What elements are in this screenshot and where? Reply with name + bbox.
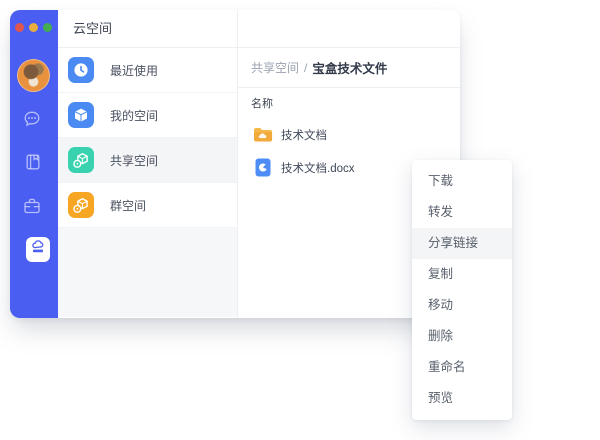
minimize-button[interactable]: [29, 23, 38, 32]
nav-filler: [58, 228, 237, 317]
nav-item-label: 我的空间: [110, 107, 158, 124]
sidebar-item-notebook[interactable]: [23, 152, 43, 172]
file-name: 技术文档: [281, 127, 327, 143]
context-menu: 下载 转发 分享链接 复制 移动 删除 重命名 预览: [412, 160, 512, 420]
breadcrumb-separator: /: [304, 61, 307, 75]
menu-item-rename[interactable]: 重命名: [412, 352, 512, 383]
menu-item-move[interactable]: 移动: [412, 290, 512, 321]
file-row-folder[interactable]: 技术文档: [238, 118, 460, 151]
menu-item-download[interactable]: 下载: [412, 166, 512, 197]
nav-item-shared-space[interactable]: 共享空间: [58, 138, 237, 183]
group-cube-icon: [68, 192, 94, 218]
breadcrumb-current: 宝盒技术文件: [312, 58, 387, 77]
nav-item-label: 共享空间: [110, 152, 158, 169]
cube-icon: [68, 102, 94, 128]
nav-item-my-space[interactable]: 我的空间: [58, 93, 237, 138]
breadcrumb-parent[interactable]: 共享空间: [251, 59, 299, 76]
nav-item-group-space[interactable]: 群空间: [58, 183, 237, 228]
briefcase-icon: [22, 196, 42, 216]
nav-panel: 云空间 最近使用: [58, 10, 237, 318]
content-titlebar-spacer: [238, 10, 460, 48]
menu-item-forward[interactable]: 转发: [412, 197, 512, 228]
notebook-icon: [23, 152, 43, 172]
sidebar-item-briefcase[interactable]: [22, 196, 42, 216]
cloud-drive-icon: [30, 239, 46, 260]
nav-item-recent[interactable]: 最近使用: [58, 48, 237, 93]
sidebar-item-chat[interactable]: [22, 109, 42, 129]
nav-item-label: 群空间: [110, 197, 146, 214]
folder-icon: [253, 126, 273, 143]
app-window: 云空间 最近使用: [10, 10, 460, 318]
menu-item-preview[interactable]: 预览: [412, 383, 512, 414]
avatar[interactable]: [17, 59, 50, 92]
window-controls: [15, 23, 52, 32]
menu-item-share-link[interactable]: 分享链接: [412, 228, 512, 259]
menu-item-copy[interactable]: 复制: [412, 259, 512, 290]
shared-cube-icon: [68, 147, 94, 173]
sidebar-item-cloud-drive-active[interactable]: [26, 237, 50, 262]
chat-bubble-icon: [22, 109, 42, 129]
zoom-button[interactable]: [43, 23, 52, 32]
page: 云空间 最近使用: [0, 0, 600, 440]
page-title: 云空间: [58, 10, 237, 48]
menu-item-delete[interactable]: 删除: [412, 321, 512, 352]
file-name: 技术文档.docx: [281, 160, 355, 176]
nav-item-label: 最近使用: [110, 62, 158, 79]
sidebar-rail: [10, 10, 58, 318]
breadcrumb: 共享空间 / 宝盒技术文件: [238, 48, 460, 88]
column-header-name: 名称: [238, 88, 460, 118]
clock-icon: [68, 57, 94, 83]
docx-icon: [253, 158, 273, 177]
close-button[interactable]: [15, 23, 24, 32]
